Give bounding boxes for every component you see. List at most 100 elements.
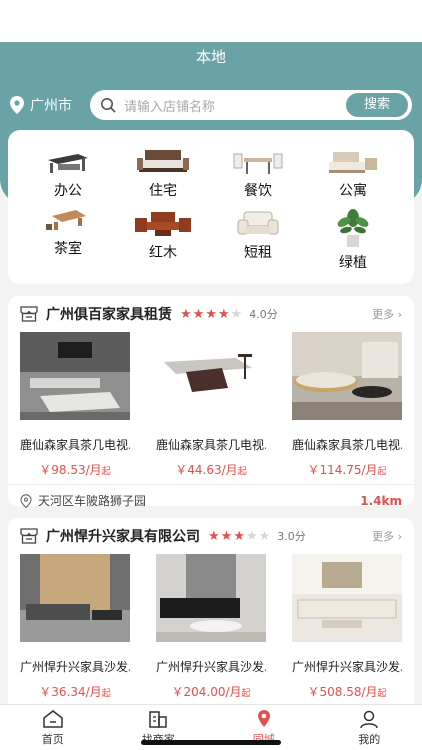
product-item[interactable]: 广州悍升兴家具沙发... ￥204.00/月起 <box>156 554 266 700</box>
page-title: 本地 <box>195 48 226 66</box>
location-pin-icon <box>10 96 24 114</box>
rating-stars: ★ ★ ★ ★ ★ <box>180 307 243 322</box>
product-price-unit: 起 <box>237 467 247 477</box>
shop-card[interactable]: 广州悍升兴家具有限公司 ★ ★ ★ ★ ★ 3.0分 更多 › 广州悍升兴家具沙… <box>8 518 414 718</box>
product-price-unit: 起 <box>101 467 111 477</box>
product-item[interactable]: 鹿仙森家具茶几电视... ￥114.75/月起 <box>292 332 402 478</box>
tab-home[interactable]: 首页 <box>0 705 106 750</box>
category-apartment[interactable]: 公寓 <box>313 148 393 200</box>
product-price: ￥508.58/月起 <box>292 683 402 700</box>
product-image <box>20 554 130 642</box>
product-item[interactable]: 广州悍升兴家具沙发... ￥36.34/月起 <box>20 554 130 700</box>
star-icon: ★ <box>258 528 271 544</box>
product-price: ￥114.75/月起 <box>292 461 402 478</box>
product-price-unit: 起 <box>377 467 387 477</box>
more-link[interactable]: 更多 › <box>372 306 402 322</box>
location-pin-icon <box>257 710 270 727</box>
shop-card[interactable]: 广州俱百家家具租赁 ★ ★ ★ ★ ★ 4.0分 更多 › 鹿仙森家具茶几电视.… <box>8 296 414 508</box>
shop-address-row: 天河区车陂路狮子园 1.4km <box>8 484 414 516</box>
store-icon <box>20 528 38 544</box>
armchair-icon <box>237 211 279 235</box>
category-plants-label: 绿植 <box>339 255 367 271</box>
home-indicator <box>141 740 281 745</box>
product-price: ￥204.00/月起 <box>156 683 266 700</box>
category-apartment-label: 公寓 <box>339 183 367 199</box>
shop-header: 广州俱百家家具租赁 ★ ★ ★ ★ ★ 4.0分 更多 › <box>8 296 414 332</box>
category-grid: 办公 住宅 餐饮 公寓 茶室 红木 短租 绿植 <box>8 130 414 284</box>
category-dining-label: 餐饮 <box>244 183 272 199</box>
apartment-bed-icon <box>329 152 377 173</box>
rating-score: 4.0分 <box>249 308 278 321</box>
category-dining[interactable]: 餐饮 <box>218 148 298 200</box>
search-button[interactable]: 搜索 <box>346 93 408 117</box>
category-office-label: 办公 <box>54 183 82 199</box>
shop-address: 天河区车陂路狮子园 <box>38 494 147 508</box>
product-price: ￥44.63/月起 <box>156 461 266 478</box>
star-icon: ★ <box>220 528 233 544</box>
chevron-right-icon: › <box>397 530 402 543</box>
star-icon: ★ <box>208 528 220 544</box>
tab-mine[interactable]: 我的 <box>317 705 422 750</box>
product-price-value: ￥36.34/月 <box>39 685 102 699</box>
location-pin-icon <box>20 493 32 508</box>
chevron-right-icon: › <box>397 308 402 321</box>
category-plants[interactable]: 绿植 <box>313 208 393 272</box>
product-name: 鹿仙森家具茶几电视... <box>20 438 130 452</box>
product-name: 广州悍升兴家具沙发... <box>292 660 402 674</box>
category-rosewood-label: 红木 <box>149 245 177 261</box>
location-city: 广州市 <box>30 98 72 114</box>
product-price-value: ￥114.75/月 <box>307 463 378 477</box>
product-image <box>292 332 402 420</box>
product-item[interactable]: 广州悍升兴家具沙发... ￥508.58/月起 <box>292 554 402 700</box>
product-price-unit: 起 <box>101 689 111 699</box>
search-bar[interactable]: 请输入店铺名称 搜索 <box>90 90 412 120</box>
product-name: 鹿仙森家具茶几电视... <box>292 438 402 452</box>
product-name: 鹿仙森家具茶几电视... <box>156 438 266 452</box>
category-residential[interactable]: 住宅 <box>123 148 203 200</box>
product-price-value: ￥508.58/月 <box>307 685 378 699</box>
more-label: 更多 <box>372 530 395 543</box>
product-price-unit: 起 <box>241 689 251 699</box>
tab-mine-label: 我的 <box>358 733 381 746</box>
product-image <box>156 554 266 642</box>
product-name: 广州悍升兴家具沙发... <box>156 660 266 674</box>
more-label: 更多 <box>372 308 395 321</box>
location-selector[interactable]: 广州市 <box>10 95 72 115</box>
shop-header: 广州悍升兴家具有限公司 ★ ★ ★ ★ ★ 3.0分 更多 › <box>8 518 414 554</box>
product-item[interactable]: 鹿仙森家具茶几电视... ￥98.53/月起 <box>20 332 130 478</box>
search-icon <box>101 98 116 113</box>
shop-name: 广州俱百家家具租赁 <box>46 307 172 323</box>
rosewood-sofa-icon <box>135 212 191 236</box>
bed-icon <box>137 150 189 172</box>
more-link[interactable]: 更多 › <box>372 528 402 544</box>
category-tearoom[interactable]: 茶室 <box>28 208 108 258</box>
user-icon <box>360 710 378 729</box>
rating-stars: ★ ★ ★ ★ ★ <box>208 529 271 544</box>
category-office[interactable]: 办公 <box>28 148 108 200</box>
star-icon: ★ <box>205 306 217 322</box>
product-price-value: ￥44.63/月 <box>175 463 238 477</box>
star-icon: ★ <box>230 306 243 322</box>
product-item[interactable]: 鹿仙森家具茶几电视... ￥44.63/月起 <box>156 332 266 478</box>
category-shortrent[interactable]: 短租 <box>218 208 298 262</box>
rating-score: 3.0分 <box>277 530 306 543</box>
star-icon: ★ <box>217 306 230 322</box>
product-price: ￥98.53/月起 <box>20 461 130 478</box>
product-price-value: ￥204.00/月 <box>171 685 242 699</box>
dining-table-icon <box>233 153 283 174</box>
product-image <box>20 332 130 420</box>
home-icon <box>43 710 63 728</box>
product-name: 广州悍升兴家具沙发... <box>20 660 130 674</box>
category-residential-label: 住宅 <box>149 183 177 199</box>
building-icon <box>149 711 167 728</box>
shop-distance: 1.4km <box>360 493 402 508</box>
category-rosewood[interactable]: 红木 <box>123 208 203 262</box>
star-icon: ★ <box>192 306 205 322</box>
star-icon: ★ <box>180 306 192 322</box>
tea-table-icon <box>46 210 86 230</box>
category-shortrent-label: 短租 <box>244 245 272 261</box>
product-image <box>292 554 402 642</box>
shop-name: 广州悍升兴家具有限公司 <box>46 529 200 545</box>
star-icon: ★ <box>245 528 258 544</box>
product-price: ￥36.34/月起 <box>20 683 130 700</box>
